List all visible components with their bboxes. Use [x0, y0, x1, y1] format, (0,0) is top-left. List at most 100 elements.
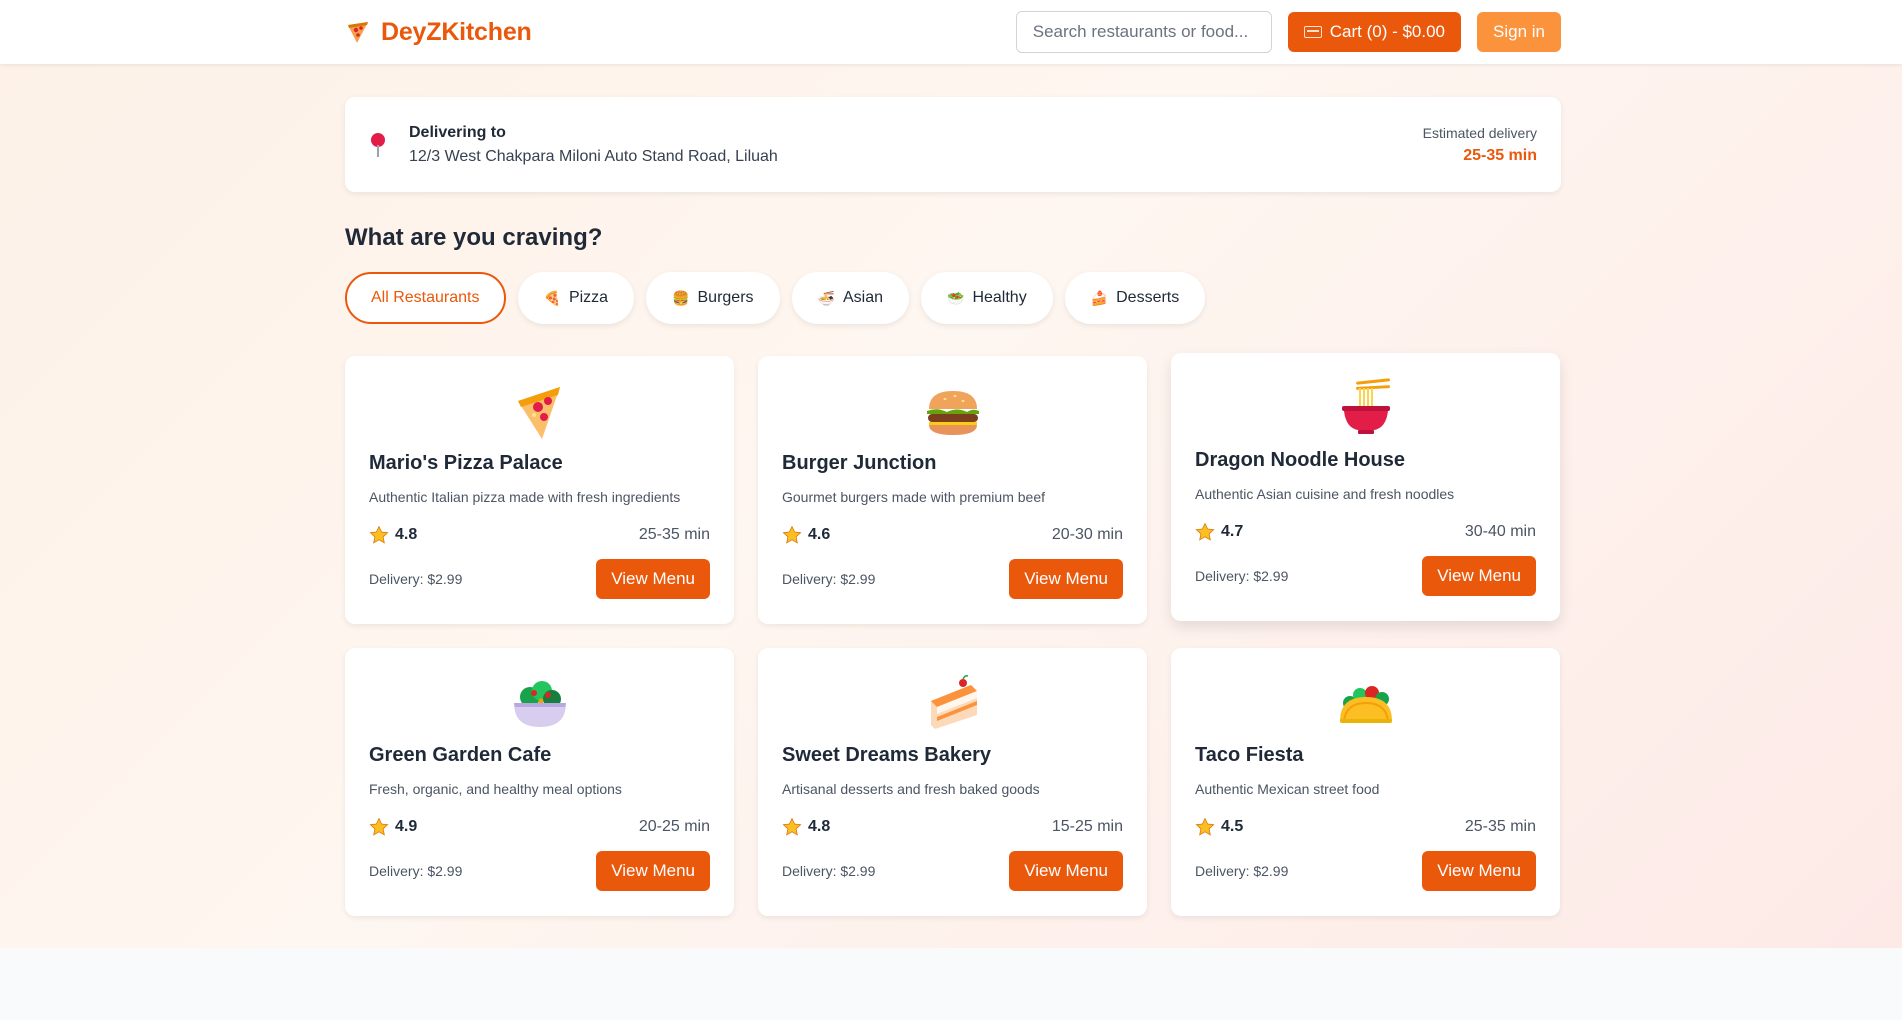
header-inner: DeyZKitchen Cart (0) - $0.00 Sign in	[345, 0, 1561, 64]
rating-value: 4.6	[808, 526, 831, 543]
restaurant-card[interactable]: Burger Junction Gourmet burgers made wit…	[758, 356, 1147, 624]
restaurant-name: Sweet Dreams Bakery	[782, 744, 992, 766]
view-menu-button[interactable]: View Menu	[1009, 559, 1123, 599]
delivery-fee: Delivery: $2.99	[1195, 568, 1289, 584]
delivery-fee: Delivery: $2.99	[369, 863, 463, 879]
delivery-fee: Delivery: $2.99	[369, 571, 463, 587]
restaurant-card[interactable]: Dragon Noodle House Authentic Asian cuis…	[1171, 353, 1560, 621]
delivery-eta: 30-40 min	[1464, 523, 1536, 540]
view-menu-button[interactable]: View Menu	[1009, 851, 1123, 891]
restaurant-name: Taco Fiesta	[1195, 744, 1304, 766]
noodle-bowl-icon	[1341, 378, 1390, 434]
delivery-fee: Delivery: $2.99	[782, 571, 876, 587]
card-footer: Delivery: $2.99 View Menu	[782, 851, 1123, 891]
category-label: Healthy	[972, 289, 1027, 306]
delivery-info-card: Delivering to 12/3 West Chakpara Miloni …	[345, 97, 1561, 192]
category-pizza[interactable]: 🍕 Pizza	[517, 272, 635, 324]
delivery-address-block: Delivering to 12/3 West Chakpara Miloni …	[369, 124, 778, 166]
delivery-label: Delivering to	[409, 123, 506, 141]
restaurant-description: Gourmet burgers made with premium beef	[782, 489, 1045, 505]
restaurant-name: Burger Junction	[782, 452, 937, 474]
star-icon	[369, 817, 389, 836]
logo[interactable]: DeyZKitchen	[345, 18, 532, 47]
view-menu-button[interactable]: View Menu	[596, 851, 710, 891]
category-burgers[interactable]: 🍔 Burgers	[646, 272, 780, 324]
restaurant-description: Authentic Asian cuisine and fresh noodle…	[1195, 486, 1455, 502]
star-icon	[1195, 817, 1215, 836]
taco-icon	[1339, 686, 1392, 723]
pizza-icon	[517, 387, 560, 439]
estimated-delivery-label: Estimated delivery	[1422, 124, 1537, 141]
cart-button[interactable]: Cart (0) - $0.00	[1287, 12, 1462, 52]
card-image	[369, 376, 710, 446]
rating: 4.6	[782, 525, 830, 545]
card-image	[782, 376, 1123, 446]
burger-icon: 🍔	[672, 289, 690, 306]
restaurant-meta: 4.9 20-25 min	[369, 817, 710, 837]
card-footer: Delivery: $2.99 View Menu	[782, 559, 1123, 599]
burger-icon	[926, 391, 979, 435]
restaurant-card[interactable]: Taco Fiesta Authentic Mexican street foo…	[1171, 648, 1560, 916]
rating: 4.8	[782, 817, 830, 837]
pizza-icon: 🍕	[543, 289, 561, 306]
cake-icon	[930, 675, 977, 729]
star-icon	[1195, 522, 1215, 541]
restaurant-description: Authentic Mexican street food	[1195, 781, 1380, 797]
page-footer-area	[0, 948, 1902, 1020]
view-menu-button[interactable]: View Menu	[1422, 851, 1536, 891]
section-title: What are you craving?	[345, 224, 603, 251]
delivery-eta: 15-25 min	[1051, 818, 1123, 835]
restaurant-name: Mario's Pizza Palace	[369, 452, 563, 474]
delivery-fee: Delivery: $2.99	[782, 863, 876, 879]
cart-icon	[1303, 26, 1322, 38]
card-image	[1195, 668, 1536, 738]
delivery-eta: 25-35 min	[1464, 818, 1536, 835]
cart-label: Cart (0) - $0.00	[1329, 22, 1446, 41]
restaurant-meta: 4.8 25-35 min	[369, 525, 710, 545]
rating: 4.7	[1195, 522, 1243, 542]
restaurant-meta: 4.8 15-25 min	[782, 817, 1123, 837]
delivery-fee: Delivery: $2.99	[1195, 863, 1289, 879]
view-menu-button[interactable]: View Menu	[1422, 556, 1536, 596]
category-asian[interactable]: 🍜 Asian	[791, 272, 909, 324]
top-header: DeyZKitchen Cart (0) - $0.00 Sign in	[0, 0, 1902, 64]
header-actions: Cart (0) - $0.00 Sign in	[1015, 11, 1561, 53]
star-icon	[782, 525, 802, 544]
card-footer: Delivery: $2.99 View Menu	[369, 851, 710, 891]
restaurant-meta: 4.5 25-35 min	[1195, 817, 1536, 837]
card-image	[369, 668, 710, 738]
category-all-restaurants[interactable]: All Restaurants	[345, 272, 506, 324]
restaurant-name: Dragon Noodle House	[1195, 449, 1406, 471]
star-icon	[369, 525, 389, 544]
delivery-eta: 25-35 min	[638, 526, 710, 543]
card-image	[1195, 373, 1536, 443]
star-icon	[782, 817, 802, 836]
category-label: Pizza	[568, 289, 609, 306]
rating-value: 4.5	[1221, 818, 1244, 835]
restaurant-card[interactable]: Green Garden Cafe Fresh, organic, and he…	[345, 648, 734, 916]
restaurant-description: Authentic Italian pizza made with fresh …	[369, 489, 681, 505]
restaurant-meta: 4.7 30-40 min	[1195, 522, 1536, 542]
sign-in-button[interactable]: Sign in	[1477, 12, 1561, 52]
view-menu-button[interactable]: View Menu	[596, 559, 710, 599]
restaurant-name: Green Garden Cafe	[369, 744, 552, 766]
category-label: Burgers	[697, 289, 754, 306]
category-label: Asian	[842, 289, 883, 306]
salad-icon	[513, 681, 566, 727]
rating: 4.9	[369, 817, 417, 837]
restaurant-card[interactable]: Mario's Pizza Palace Authentic Italian p…	[345, 356, 734, 624]
search-input[interactable]	[1015, 11, 1272, 53]
category-healthy[interactable]: 🥗 Healthy	[921, 272, 1053, 324]
rating: 4.8	[369, 525, 417, 545]
estimated-delivery-time: 25-35 min	[1463, 146, 1537, 164]
location-pin-icon	[369, 132, 387, 157]
card-footer: Delivery: $2.99 View Menu	[1195, 556, 1536, 596]
category-label: All Restaurants	[371, 289, 480, 306]
card-footer: Delivery: $2.99 View Menu	[1195, 851, 1536, 891]
rating: 4.5	[1195, 817, 1243, 837]
rating-value: 4.9	[395, 818, 418, 835]
rating-value: 4.8	[808, 818, 831, 835]
restaurant-card[interactable]: Sweet Dreams Bakery Artisanal desserts a…	[758, 648, 1147, 916]
pizza-slice-icon	[348, 22, 368, 43]
category-desserts[interactable]: 🍰 Desserts	[1064, 272, 1206, 324]
